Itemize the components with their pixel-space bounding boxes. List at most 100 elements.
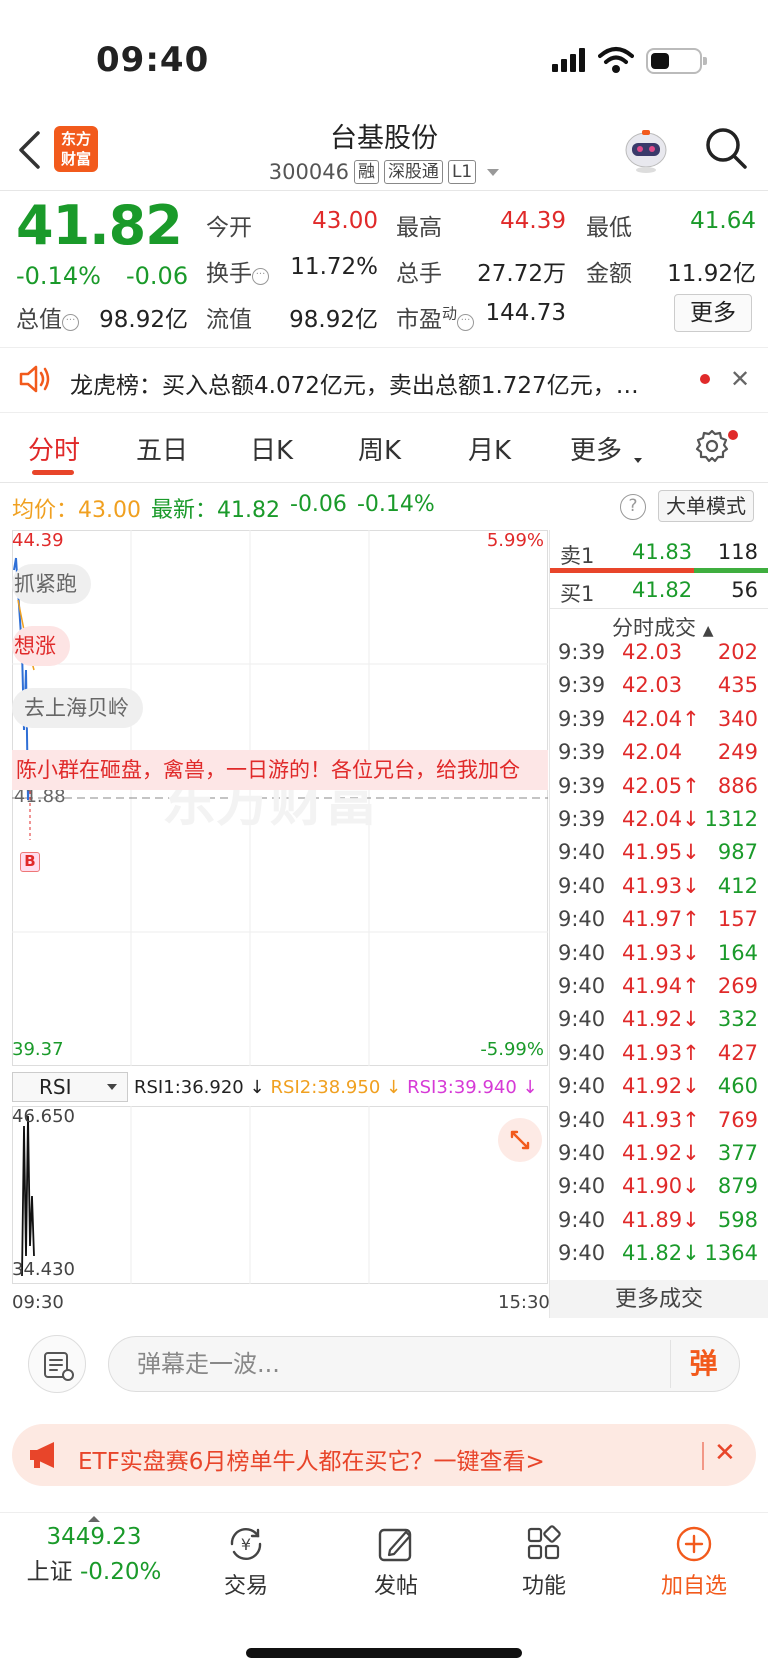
trade-row: 9:40 41.92↓ 460 — [550, 1074, 768, 1107]
trade-time: 9:39 — [558, 673, 606, 698]
tab-more[interactable]: 更多 — [570, 430, 622, 467]
rsi-grid — [12, 1106, 548, 1284]
tab-daily-k[interactable]: 日K — [250, 430, 293, 467]
high-label: 最高 — [396, 215, 442, 241]
trade-row: 9:39 42.03 435 — [550, 673, 768, 706]
gear-icon[interactable] — [694, 428, 730, 464]
expand-button[interactable] — [498, 1118, 542, 1162]
danmu-bubble[interactable]: 想涨 — [12, 626, 70, 666]
more-trades-button[interactable]: 更多成交 — [550, 1280, 768, 1320]
trade-price: 42.04 — [622, 740, 683, 765]
robot-assistant-icon[interactable] — [622, 128, 670, 174]
danmu-bubble[interactable]: 抓紧跑 — [12, 564, 91, 604]
trade-row: 9:40 41.93↑ 769 — [550, 1108, 768, 1141]
trade-price: 41.93↑ — [622, 1107, 700, 1132]
trade-volume: 412 — [717, 873, 758, 898]
trade-price: 42.05↑ — [622, 773, 700, 798]
chart-grid: 东方财富 — [12, 530, 548, 1066]
trade-volume: 164 — [717, 940, 758, 965]
danmu-bubble[interactable]: 去上海贝岭 — [12, 688, 143, 728]
nav-post[interactable]: 发帖 — [326, 1524, 466, 1600]
buy-marker[interactable]: B — [20, 852, 40, 872]
avg-price-row: 均价：43.00 最新：41.82 -0.06 -0.14% — [12, 492, 435, 524]
trade-row: 9:40 41.95↓ 987 — [550, 840, 768, 873]
trade-price: 42.04↓ — [622, 807, 700, 831]
trade-row: 9:39 42.03 202 — [550, 640, 768, 673]
tab-intraday[interactable]: 分时 — [28, 430, 80, 467]
open-label: 今开 — [206, 215, 252, 241]
rsi-y-min: 34.430 — [12, 1259, 75, 1280]
trade-row: 9:40 41.92↓ 332 — [550, 1007, 768, 1040]
x-axis-end: 15:30 — [498, 1292, 550, 1313]
home-indicator — [246, 1648, 522, 1658]
trade-price: 41.93↓ — [622, 873, 700, 898]
trade-time: 9:39 — [558, 706, 606, 731]
latest-change: -0.06 — [290, 492, 347, 517]
y-axis-max: 44.39 — [12, 530, 64, 551]
rsi3-value: RSI3:39.940 ↓ — [407, 1076, 538, 1098]
trade-time: 9:40 — [558, 873, 606, 898]
trade-price: 41.94↑ — [622, 974, 700, 998]
close-icon[interactable]: ✕ — [730, 365, 750, 393]
notice-text[interactable]: 龙虎榜：买入总额4.072亿元，卖出总额1.727亿元，… — [70, 366, 682, 400]
danmu-bubble[interactable]: 陈小群在砸盘，禽兽，一日游的！各位兄台，给我加仓 — [12, 750, 548, 790]
list-icon — [44, 1352, 74, 1381]
tab-weekly-k[interactable]: 周K — [358, 430, 401, 467]
nav-add-watchlist[interactable]: 加自选 — [624, 1524, 764, 1600]
unread-dot — [728, 430, 738, 440]
trade-row: 9:40 41.93↓ 412 — [550, 874, 768, 907]
trade-time: 9:40 — [558, 940, 606, 965]
search-icon[interactable] — [704, 126, 748, 170]
pe-label[interactable]: 市盈动 ··· — [396, 300, 475, 334]
trade-time: 9:40 — [558, 1107, 606, 1132]
trade-time: 9:39 — [558, 773, 606, 798]
trade-price: 41.92↓ — [622, 1141, 700, 1165]
tab-five-day[interactable]: 五日 — [136, 430, 188, 467]
trade-row: 9:40 41.93↓ 164 — [550, 941, 768, 974]
trade-volume: 202 — [717, 640, 758, 664]
turnover-label[interactable]: 换手 ··· — [206, 254, 269, 288]
indicator-select[interactable]: RSI — [12, 1072, 128, 1102]
trade-price: 41.97↑ — [622, 907, 700, 932]
open-value: 43.00 — [312, 208, 378, 234]
pct-axis-min: -5.99% — [480, 1039, 544, 1060]
trade-time: 9:39 — [558, 807, 606, 831]
tag-margin: 融 — [353, 160, 379, 184]
danmu-send-button[interactable]: 弹 — [670, 1340, 736, 1388]
danmu-list-button[interactable] — [28, 1335, 86, 1393]
danmu-input[interactable]: 弹幕走一波... — [108, 1336, 740, 1392]
trade-volume: 886 — [717, 773, 758, 798]
rsi-chart[interactable]: 46.650 34.430 — [12, 1106, 548, 1284]
total-mv-label[interactable]: 总值 ··· — [16, 300, 79, 334]
trade-time: 9:40 — [558, 1174, 606, 1199]
nav-trade[interactable]: ¥ 交易 — [176, 1524, 316, 1600]
bid-ask-ratio-bar — [550, 568, 768, 573]
close-icon[interactable]: ✕ — [714, 1438, 736, 1468]
big-order-mode-button[interactable]: 大单模式 — [658, 490, 754, 522]
index-ticker[interactable]: 3449.23 上证 -0.20% — [14, 1516, 174, 1586]
x-axis-start: 09:30 — [12, 1292, 64, 1313]
turnover-value: 11.72% — [290, 254, 378, 280]
promo-text[interactable]: ETF实盘赛6月榜单牛人都在买它？一键查看> — [78, 1442, 545, 1476]
pct-axis-max: 5.99% — [486, 530, 544, 551]
tab-monthly-k[interactable]: 月K — [468, 430, 511, 467]
trade-volume: 879 — [717, 1174, 758, 1199]
more-quote-button[interactable]: 更多 — [674, 294, 752, 332]
plus-circle-icon — [676, 1526, 712, 1562]
trades-title[interactable]: 分时成交 ▲ — [612, 612, 713, 642]
low-label: 最低 — [586, 215, 632, 241]
trade-row: 9:40 41.93↑ 427 — [550, 1041, 768, 1074]
trade-price: 41.82↓ — [622, 1241, 700, 1266]
y-axis-min: 39.37 — [12, 1039, 64, 1060]
intraday-chart[interactable]: 东方财富 44.39 5.99% 39.37 -5.99% 41.88 B 抓紧… — [12, 530, 548, 1066]
trade-time: 9:40 — [558, 1007, 606, 1032]
nav-functions[interactable]: 功能 — [474, 1524, 614, 1600]
trade-row: 9:39 42.05↑ 886 — [550, 774, 768, 807]
tag-connect: 深股通 — [383, 160, 443, 184]
trade-price: 41.92↓ — [622, 1007, 700, 1032]
trade-price: 41.89↓ — [622, 1207, 700, 1232]
trade-row: 9:39 42.04 249 — [550, 740, 768, 773]
trade-time: 9:40 — [558, 907, 606, 932]
trade-time: 9:40 — [558, 1207, 606, 1232]
help-icon[interactable]: ? — [620, 494, 646, 520]
